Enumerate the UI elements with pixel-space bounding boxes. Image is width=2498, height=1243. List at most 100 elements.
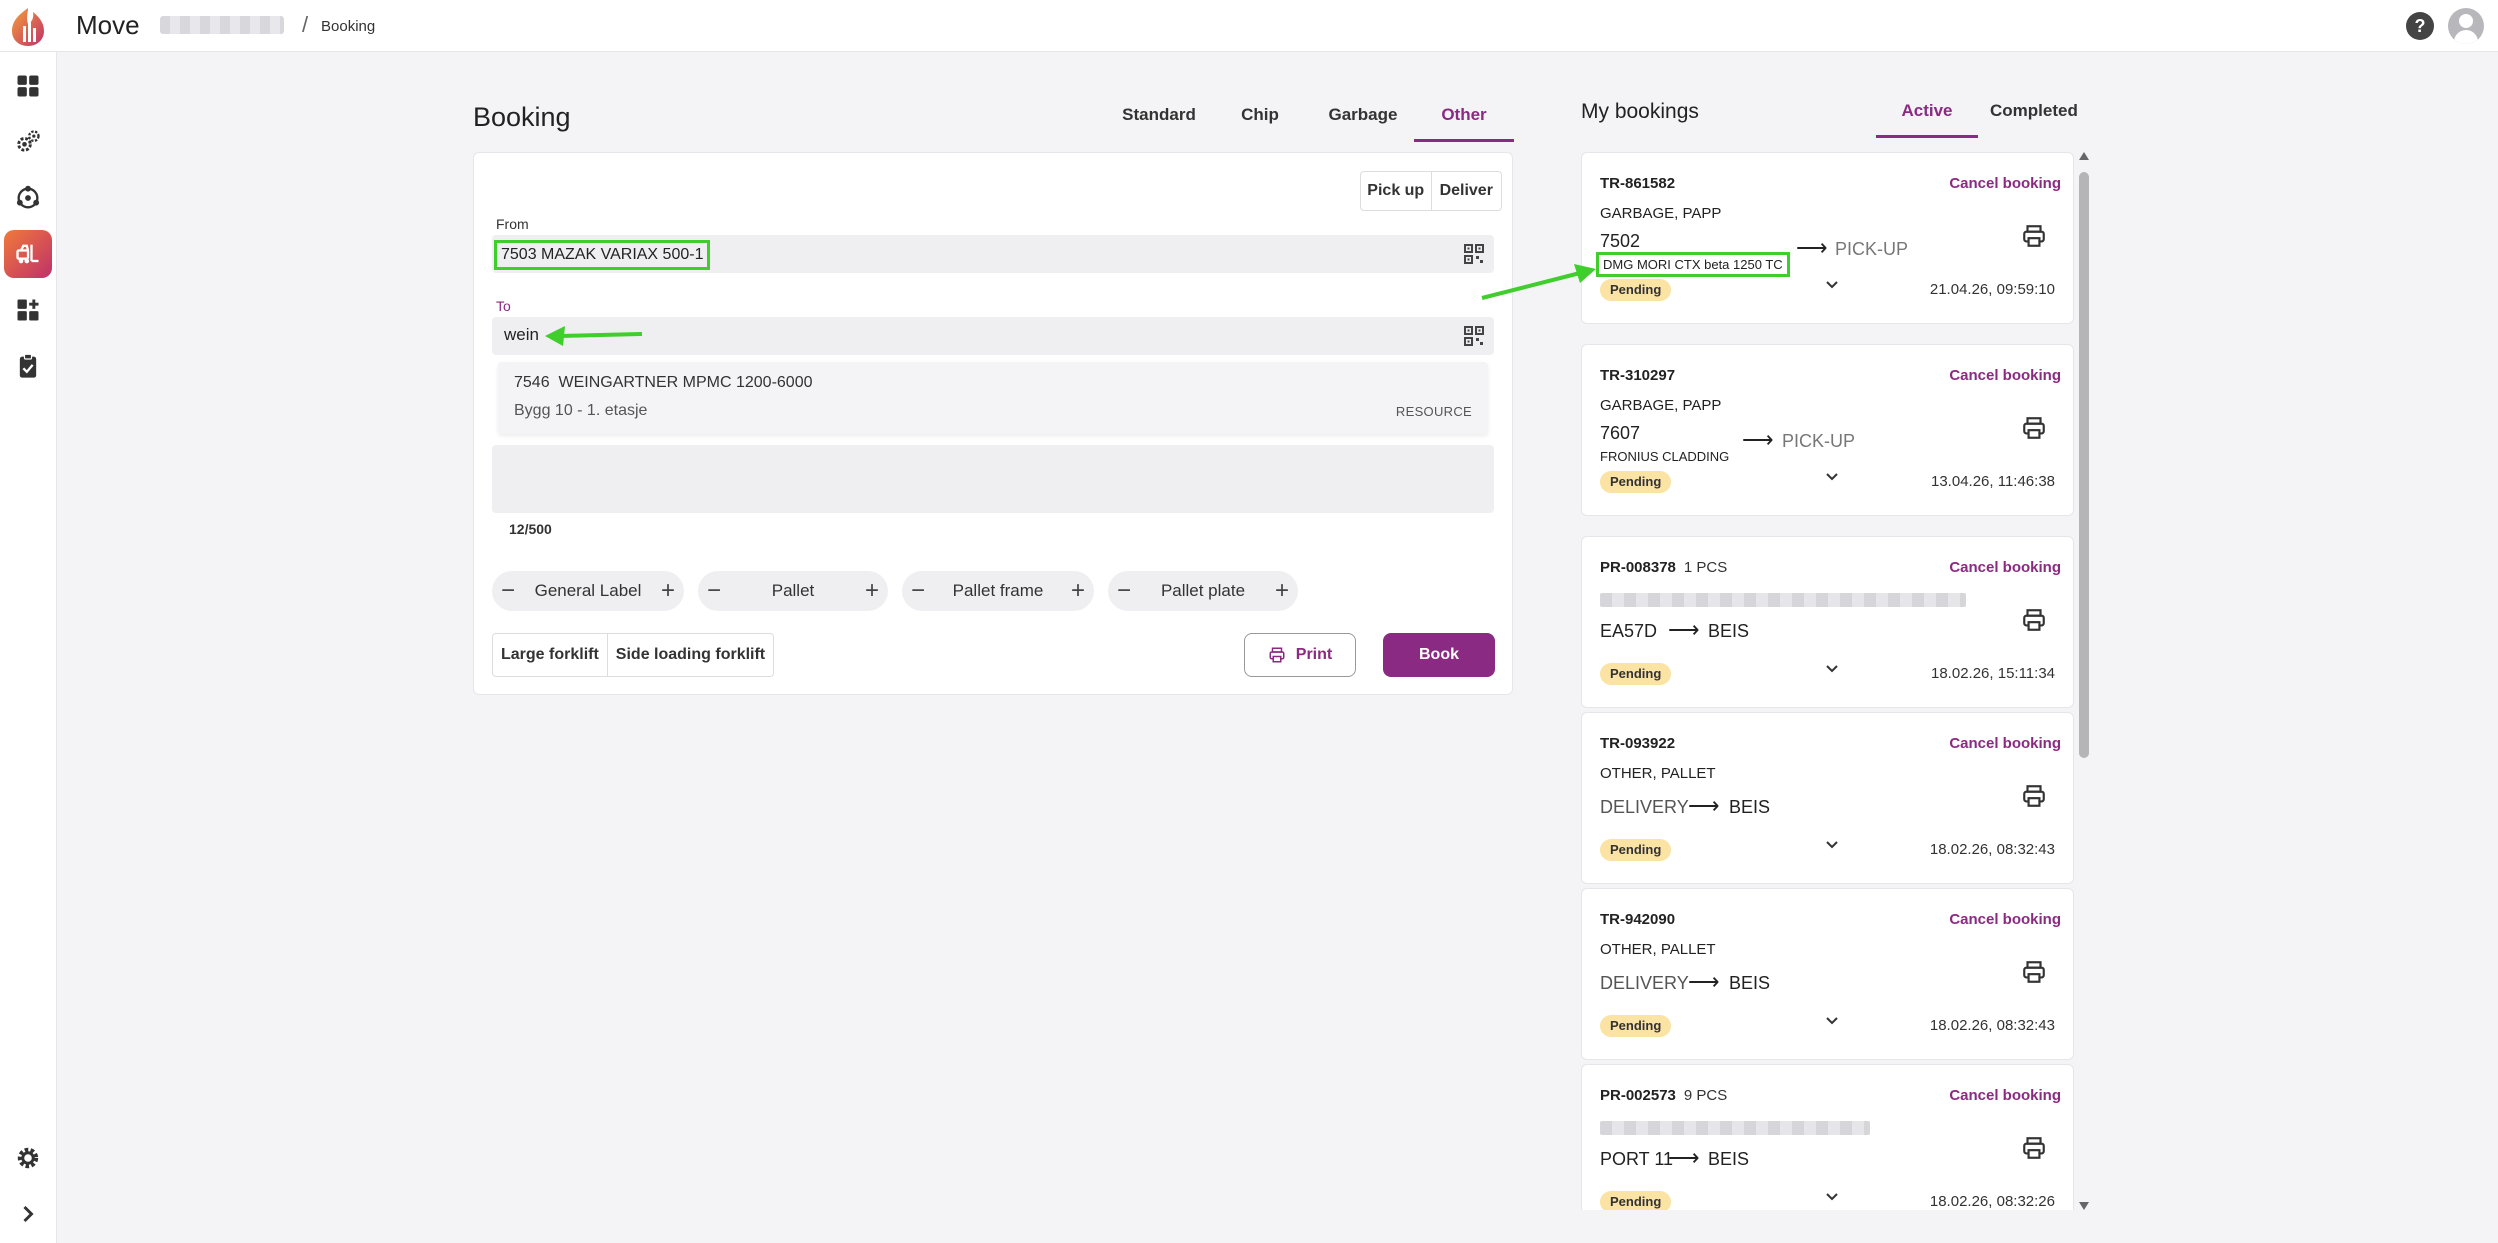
stepper-general-label: − General Label +	[492, 571, 684, 611]
printer-icon[interactable]	[2021, 1135, 2047, 1161]
pick-up-button[interactable]: Pick up	[1361, 172, 1431, 210]
booking-to: BEIS	[1729, 973, 1771, 993]
booking-from: DELIVERY	[1600, 797, 1689, 817]
deliver-button[interactable]: Deliver	[1430, 172, 1502, 210]
network-icon	[16, 185, 40, 209]
minus-icon[interactable]: −	[698, 571, 730, 611]
booking-to: PICK-UP	[1835, 239, 1909, 259]
scroll-down-icon[interactable]	[2079, 1202, 2089, 1210]
stepper-pallet-plate: − Pallet plate +	[1108, 571, 1298, 611]
from-label: From	[496, 216, 529, 232]
booking-from: EA57D	[1600, 621, 1658, 641]
tab-active[interactable]: Active	[1876, 96, 1978, 138]
tab-chip[interactable]: Chip	[1235, 100, 1285, 142]
scroll-thumb[interactable]	[2079, 172, 2089, 758]
printer-icon[interactable]	[2021, 415, 2047, 441]
booking-card-item: PR-002573 9 PCS Cancel booking PORT 11 ⟶ …	[1581, 1064, 2074, 1210]
status-badge: Pending	[1600, 1015, 1672, 1037]
scroll-up-icon[interactable]	[2079, 152, 2089, 160]
status-badge: Pending	[1600, 1191, 1672, 1210]
chevron-down-icon[interactable]	[1822, 659, 1842, 679]
booking-to: PICK-UP	[1782, 431, 1856, 451]
booking-title: Booking	[473, 102, 571, 132]
cancel-booking-button[interactable]: Cancel booking	[1949, 1087, 2061, 1104]
chevron-down-icon[interactable]	[1822, 1187, 1842, 1207]
tab-completed[interactable]: Completed	[1990, 96, 2078, 138]
plus-icon[interactable]: +	[856, 571, 888, 611]
bookings-scrollbar[interactable]	[2078, 152, 2090, 1210]
sidebar-item-clipboard[interactable]	[4, 342, 52, 390]
sidebar-item-cogs[interactable]	[4, 118, 52, 166]
add-widget-icon	[17, 299, 39, 321]
notes-textarea[interactable]	[492, 445, 1494, 513]
book-button[interactable]: Book	[1383, 633, 1495, 677]
chevron-down-icon[interactable]	[1822, 835, 1842, 855]
to-field[interactable]: wein	[492, 317, 1494, 355]
sidebar-settings[interactable]	[4, 1134, 52, 1182]
from-field[interactable]: 7503 MAZAK VARIAX 500-1	[492, 235, 1494, 273]
bookings-list[interactable]: TR-861582 Cancel booking GARBAGE, PAPP 7…	[1581, 152, 2077, 1210]
tab-other[interactable]: Other	[1414, 100, 1514, 142]
minus-icon[interactable]: −	[902, 571, 934, 611]
minus-icon[interactable]: −	[492, 571, 524, 611]
cancel-booking-button[interactable]: Cancel booking	[1949, 911, 2061, 928]
suggestion-item[interactable]: 7546 WEINGARTNER MPMC 1200-6000 Bygg 10 …	[498, 362, 1488, 434]
chevron-down-icon[interactable]	[1822, 1011, 1842, 1031]
side-loading-forklift-button[interactable]: Side loading forklift	[606, 634, 773, 676]
print-button[interactable]: Print	[1244, 633, 1356, 677]
printer-icon[interactable]	[2021, 783, 2047, 809]
booking-card-item: TR-310297 Cancel booking GARBAGE, PAPP 7…	[1581, 344, 2074, 516]
plus-icon[interactable]: +	[652, 571, 684, 611]
sidebar-expand[interactable]	[4, 1190, 52, 1238]
booking-pcs: 9 PCS	[1683, 1087, 1728, 1104]
suggestion-name: WEINGARTNER MPMC 1200-6000	[558, 374, 813, 391]
chevron-right-icon	[23, 1205, 34, 1223]
status-badge: Pending	[1600, 471, 1672, 493]
avatar[interactable]	[2448, 8, 2484, 44]
plus-icon[interactable]: +	[1266, 571, 1298, 611]
to-label: To	[496, 298, 511, 314]
sidebar-item-dashboard[interactable]	[4, 62, 52, 110]
forklift-options: Large forklift Side loading forklift	[492, 633, 775, 677]
cancel-booking-button[interactable]: Cancel booking	[1949, 559, 2061, 576]
app-title: Move	[76, 10, 140, 40]
plus-icon[interactable]: +	[1062, 571, 1094, 611]
sidebar	[0, 52, 57, 1243]
cancel-booking-button[interactable]: Cancel booking	[1949, 367, 2061, 384]
suggestion-code: 7546	[514, 374, 550, 391]
printer-icon[interactable]	[2021, 607, 2047, 633]
minus-icon[interactable]: −	[1108, 571, 1140, 611]
printer-icon	[1269, 647, 1285, 663]
status-badge: Pending	[1600, 839, 1672, 861]
breadcrumb-blurred[interactable]	[160, 16, 284, 34]
booking-from: PORT 11	[1600, 1149, 1674, 1169]
booking-to: BEIS	[1708, 1149, 1750, 1169]
booking-to: BEIS	[1729, 797, 1771, 817]
sidebar-item-forklift[interactable]	[4, 230, 52, 278]
printer-icon[interactable]	[2021, 223, 2047, 249]
booking-description-blurred	[1600, 593, 1966, 607]
stepper-label: General Label	[534, 581, 642, 600]
arrow-right-icon: ⟶	[1742, 427, 1774, 452]
chevron-down-icon[interactable]	[1822, 467, 1842, 487]
cogs-icon	[17, 130, 40, 152]
help-icon[interactable]: ?	[2406, 12, 2434, 40]
tab-standard[interactable]: Standard	[1119, 100, 1199, 142]
tab-garbage[interactable]: Garbage	[1326, 100, 1400, 142]
booking-time: 18.02.26, 08:32:43	[1929, 1017, 2055, 1034]
printer-icon[interactable]	[2021, 959, 2047, 985]
booking-id: TR-942090	[1600, 911, 1676, 928]
cancel-booking-button[interactable]: Cancel booking	[1949, 175, 2061, 192]
qr-code-icon[interactable]	[1464, 326, 1484, 346]
booking-card-item: TR-093922 Cancel booking OTHER, PALLET D…	[1581, 712, 2074, 884]
qr-code-icon[interactable]	[1464, 244, 1484, 264]
sidebar-item-network[interactable]	[4, 174, 52, 222]
large-forklift-button[interactable]: Large forklift	[493, 634, 607, 676]
cancel-booking-button[interactable]: Cancel booking	[1949, 735, 2061, 752]
booking-description-blurred	[1600, 1121, 1870, 1135]
print-label: Print	[1295, 646, 1333, 663]
chevron-down-icon[interactable]	[1822, 275, 1842, 295]
direction-toggle: Pick up Deliver	[1360, 171, 1502, 211]
sidebar-item-widgets[interactable]	[4, 286, 52, 334]
app-logo-icon[interactable]	[6, 4, 50, 48]
